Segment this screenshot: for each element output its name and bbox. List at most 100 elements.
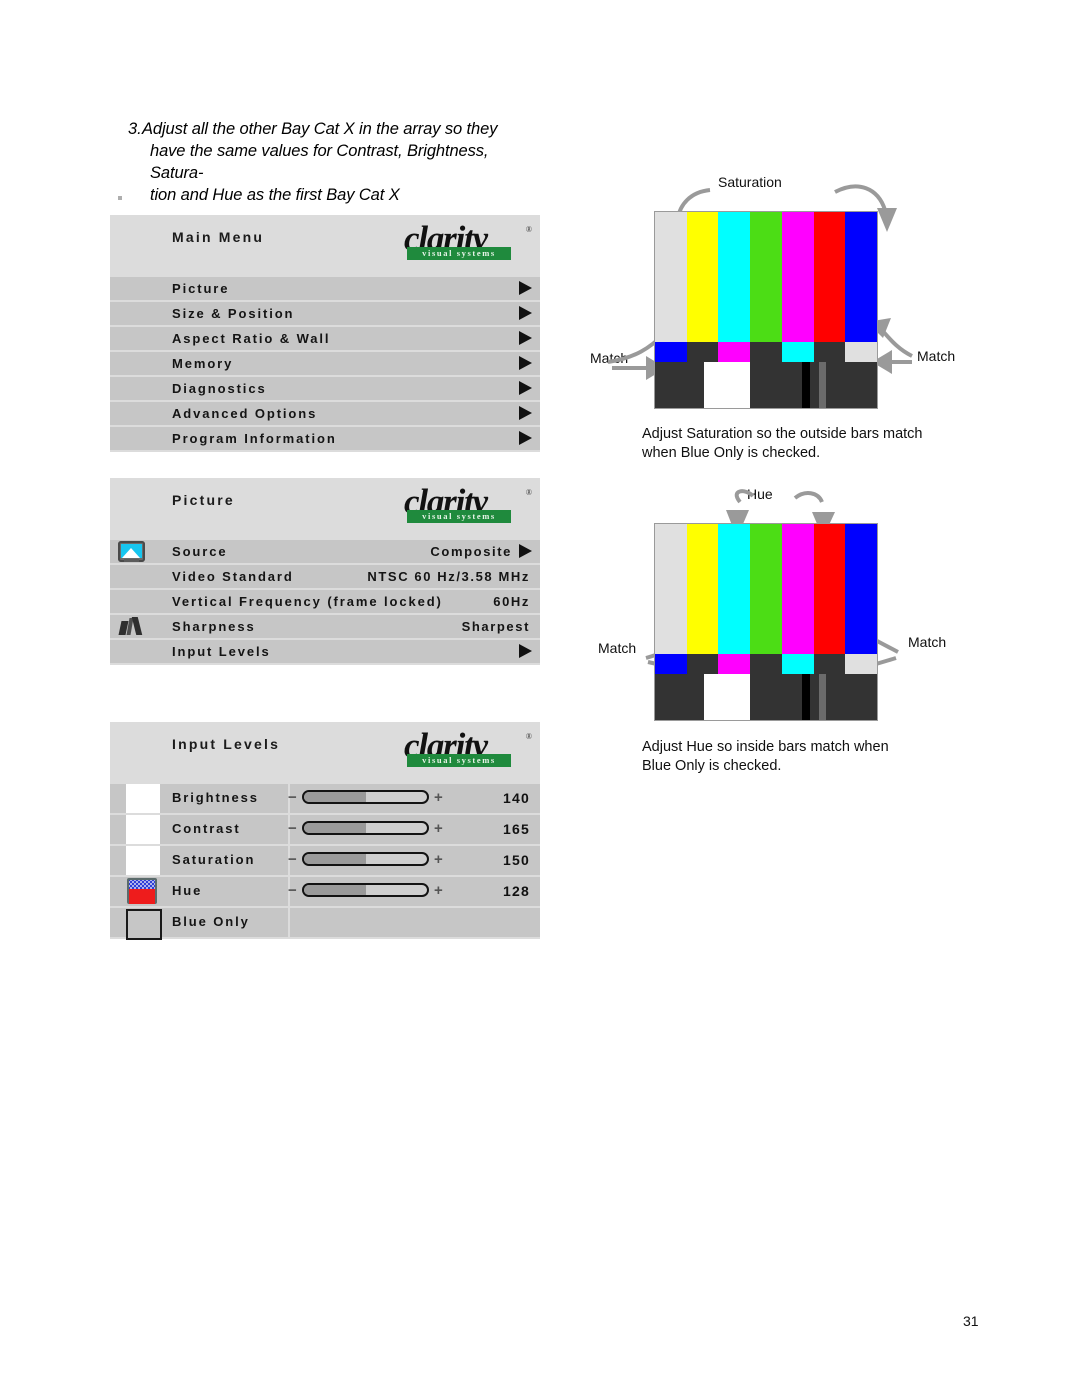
decrement-button[interactable]: − — [288, 851, 297, 868]
input-levels-item-hue[interactable]: Hue − +128 — [110, 877, 540, 908]
clarity-logo: clarity ® visual systems — [404, 219, 532, 269]
slider-fill — [304, 885, 366, 895]
increment-button[interactable]: + — [434, 851, 443, 868]
logo-registered-mark: ® — [525, 225, 532, 234]
picture-menu-title: Picture — [172, 492, 235, 508]
input-levels-label: Hue — [172, 883, 203, 898]
colorbar-top-row — [655, 212, 878, 342]
sharpness-icon — [118, 617, 144, 636]
chevron-right-icon — [519, 544, 532, 558]
picture-menu-item-vertical-frequency-frame-locked[interactable]: Vertical Frequency (frame locked) 60Hz — [110, 590, 540, 615]
main-menu-item-program-information[interactable]: Program Information — [110, 427, 540, 452]
decrement-button[interactable]: − — [288, 820, 297, 837]
menu-item-value: Composite — [430, 544, 512, 559]
picture-menu-item-sharpness[interactable]: Sharpness Sharpest — [110, 615, 540, 640]
slider-control[interactable]: − + — [288, 881, 468, 900]
slider-fill — [304, 854, 366, 864]
increment-button[interactable]: + — [434, 789, 443, 806]
input-levels-item-blue-only[interactable]: Blue Only — [110, 908, 540, 940]
colorbar-segment — [718, 342, 751, 362]
chevron-right-icon — [519, 331, 532, 345]
checkbox-unchecked-icon[interactable] — [126, 909, 162, 940]
clarity-logo: clarity ® visual systems — [404, 726, 532, 776]
hue-colorbar-pattern — [654, 523, 878, 721]
logo-tagline: visual systems — [407, 247, 511, 260]
white-swatch-icon — [126, 784, 160, 813]
main-menu-item-aspect-ratio-wall[interactable]: Aspect Ratio & Wall — [110, 327, 540, 352]
slider-track[interactable] — [302, 821, 429, 835]
page-number: 31 — [963, 1313, 979, 1329]
picture-menu-item-source[interactable]: Source Composite — [110, 540, 540, 565]
decrement-button[interactable]: − — [288, 789, 297, 806]
column-divider — [288, 908, 290, 937]
instruction-body: Adjust all the other Bay Cat X in the ar… — [128, 118, 528, 206]
colorbar-segment — [825, 674, 877, 720]
colorbar-segment — [750, 674, 802, 720]
row-icon-gutter — [110, 377, 168, 400]
menu-item-label: Memory — [172, 356, 234, 371]
colorbar-segment — [718, 524, 751, 654]
colorbar-segment — [686, 212, 719, 342]
picture-menu-item-video-standard[interactable]: Video Standard NTSC 60 Hz/3.58 MHz — [110, 565, 540, 590]
colorbar-segment — [655, 654, 687, 674]
menu-item-label: Vertical Frequency (frame locked) — [172, 594, 443, 609]
hue-color-icon — [125, 878, 159, 906]
row-icon-gutter — [110, 402, 168, 425]
colorbar-segment — [845, 524, 878, 654]
main-menu-item-diagnostics[interactable]: Diagnostics — [110, 377, 540, 402]
hue-figure: Hue Match Match Adjust Hue so inside bar… — [590, 480, 1020, 790]
slider-control[interactable]: − + — [288, 819, 468, 838]
menu-item-label: Aspect Ratio & Wall — [172, 331, 331, 346]
menu-item-label: Input Levels — [172, 644, 271, 659]
main-menu-item-advanced-options[interactable]: Advanced Options — [110, 402, 540, 427]
slider-control[interactable]: − + — [288, 850, 468, 869]
input-levels-item-saturation[interactable]: Saturation − +150 — [110, 846, 540, 877]
colorbar-segment — [813, 212, 846, 342]
colorbar-segment — [845, 654, 878, 674]
input-levels-item-brightness[interactable]: Brightness − +140 — [110, 784, 540, 815]
slider-track[interactable] — [302, 883, 429, 897]
menu-item-label: Sharpness — [172, 619, 256, 634]
input-levels-label: Saturation — [172, 852, 256, 867]
slider-value: 128 — [503, 883, 530, 899]
main-menu-item-size-position[interactable]: Size & Position — [110, 302, 540, 327]
increment-button[interactable]: + — [434, 882, 443, 899]
colorbar-segment — [750, 524, 782, 654]
colorbar-segment — [686, 524, 719, 654]
instruction-number: 3. — [128, 120, 142, 138]
colorbar-segment — [781, 524, 814, 654]
chevron-right-icon — [519, 431, 532, 445]
decrement-button[interactable]: − — [288, 882, 297, 899]
picture-menu-item-input-levels[interactable]: Input Levels — [110, 640, 540, 665]
main-menu-list: Picture Size & Position Aspect Ratio & Wal… — [110, 277, 540, 452]
menu-item-label: Diagnostics — [172, 381, 267, 396]
colorbar-segment — [810, 674, 820, 720]
picture-menu-list: Source Composite Video Standard NTSC 60 Hz/… — [110, 540, 540, 665]
increment-button[interactable]: + — [434, 820, 443, 837]
logo-tagline: visual systems — [407, 754, 511, 767]
monitor-picture-icon — [118, 541, 145, 562]
colorbar-segment — [718, 212, 751, 342]
input-levels-item-contrast[interactable]: Contrast − +165 — [110, 815, 540, 846]
main-menu-panel: Main Menu clarity ® visual systems Pictu… — [110, 215, 540, 452]
instruction-line-1: Adjust all the other Bay Cat X in the ar… — [142, 120, 498, 138]
menu-item-label: Advanced Options — [172, 406, 318, 421]
row-icon-gutter — [110, 427, 168, 450]
colorbar-segment — [655, 524, 687, 654]
main-menu-item-picture[interactable]: Picture — [110, 277, 540, 302]
colorbar-segment — [825, 362, 877, 408]
slider-fill — [304, 823, 366, 833]
colorbar-segment — [819, 674, 826, 720]
colorbar-segment — [718, 654, 751, 674]
slider-control[interactable]: − + — [288, 788, 468, 807]
main-menu-item-memory[interactable]: Memory — [110, 352, 540, 377]
colorbar-segment — [781, 654, 814, 674]
slider-value: 140 — [503, 790, 530, 806]
input-levels-label: Contrast — [172, 821, 241, 836]
row-icon-gutter — [110, 640, 168, 663]
slider-track[interactable] — [302, 852, 429, 866]
slider-track[interactable] — [302, 790, 429, 804]
main-menu-header: Main Menu clarity ® visual systems — [110, 215, 540, 277]
instruction-paragraph: 3. Adjust all the other Bay Cat X in the… — [128, 118, 528, 206]
colorbar-segment — [703, 362, 751, 408]
